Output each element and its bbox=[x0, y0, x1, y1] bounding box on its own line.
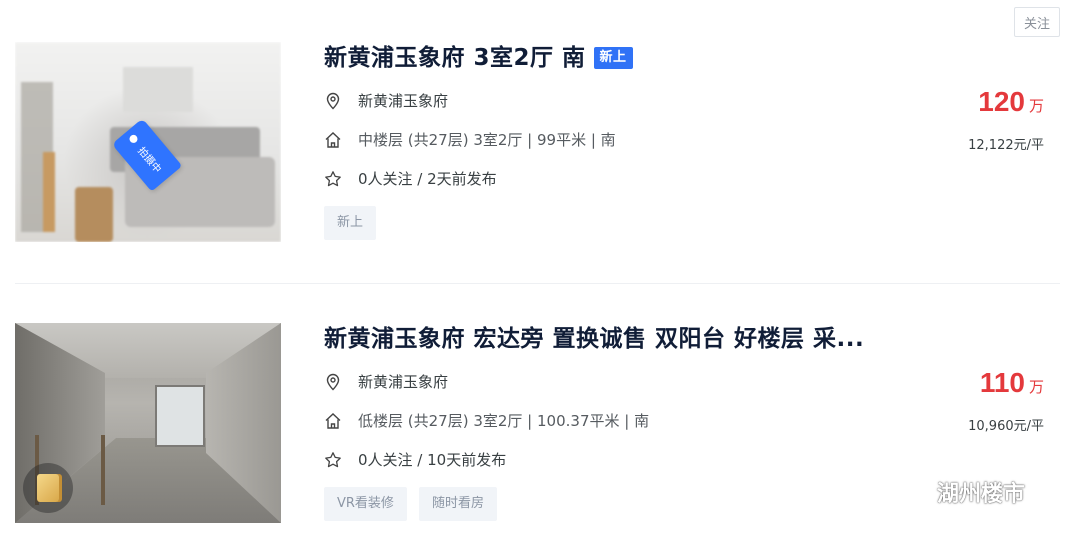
house-info-row: 中楼层 (共27层) 3室2厅 | 99平米 | 南 bbox=[324, 129, 616, 150]
follow-info-row: 0人关注 / 10天前发布 bbox=[324, 449, 506, 470]
total-price: 120 万 bbox=[978, 86, 1044, 118]
location-pin-icon bbox=[324, 373, 342, 391]
listing-title[interactable]: 新黄浦玉象府 宏达旁 置换诚售 双阳台 好楼层 采... bbox=[324, 323, 1044, 355]
star-icon bbox=[324, 451, 342, 469]
location-pin-icon bbox=[324, 92, 342, 110]
price-value: 120 bbox=[978, 86, 1025, 117]
follow-info-text: 0人关注 / 10天前发布 bbox=[358, 451, 507, 469]
listing-title[interactable]: 新黄浦玉象府 3室2厅 南 新上 bbox=[324, 42, 1044, 74]
tag-chip: 新上 bbox=[324, 206, 377, 240]
tag-chip-viewing: 随时看房 bbox=[418, 487, 497, 521]
listing-photo[interactable] bbox=[15, 323, 281, 523]
unit-price: 10,960元/平 bbox=[968, 419, 1044, 434]
wechat-icon bbox=[893, 477, 930, 505]
unit-price: 12,122元/平 bbox=[968, 138, 1044, 153]
wechat-watermark: 湖州楼市 bbox=[893, 476, 1025, 508]
follow-button[interactable]: 关注 bbox=[1014, 7, 1060, 37]
filming-tag-label: 拍摄中 bbox=[134, 145, 163, 176]
tag-list: 新上 bbox=[324, 206, 377, 240]
listing-title-text[interactable]: 新黄浦玉象府 宏达旁 置换诚售 双阳台 好楼层 采... bbox=[324, 323, 864, 355]
community-row: 新黄浦玉象府 bbox=[324, 371, 448, 392]
listing-divider bbox=[15, 283, 1060, 284]
listing-title-text[interactable]: 新黄浦玉象府 3室2厅 南 bbox=[324, 42, 586, 74]
follow-info-text: 0人关注 / 2天前发布 bbox=[358, 170, 497, 188]
community-link[interactable]: 新黄浦玉象府 bbox=[358, 371, 448, 392]
listing-card[interactable]: 拍摄中 新黄浦玉象府 3室2厅 南 新上 新黄浦玉象府 中楼层 (共27层) 3… bbox=[15, 42, 1060, 242]
total-price: 110 万 bbox=[980, 367, 1044, 399]
price-unit: 万 bbox=[1028, 97, 1044, 115]
new-badge: 新上 bbox=[593, 47, 633, 69]
watermark-text: 湖州楼市 bbox=[937, 482, 1026, 507]
house-icon bbox=[324, 131, 342, 149]
price-unit: 万 bbox=[1028, 378, 1044, 396]
house-info-text: 中楼层 (共27层) 3室2厅 | 99平米 | 南 bbox=[358, 131, 616, 149]
follow-info-row: 0人关注 / 2天前发布 bbox=[324, 168, 497, 189]
house-icon bbox=[324, 412, 342, 430]
vr-icon[interactable] bbox=[23, 463, 73, 513]
price-value: 110 bbox=[979, 367, 1025, 398]
house-info-text: 低楼层 (共27层) 3室2厅 | 100.37平米 | 南 bbox=[358, 412, 650, 430]
community-link[interactable]: 新黄浦玉象府 bbox=[358, 90, 448, 111]
house-info-row: 低楼层 (共27层) 3室2厅 | 100.37平米 | 南 bbox=[324, 410, 649, 431]
listing-photo[interactable]: 拍摄中 bbox=[15, 42, 281, 242]
community-row: 新黄浦玉象府 bbox=[324, 90, 448, 111]
star-icon bbox=[324, 170, 342, 188]
tag-chip-vr: VR看装修 bbox=[324, 487, 407, 521]
tag-list: VR看装修 随时看房 bbox=[324, 487, 497, 521]
